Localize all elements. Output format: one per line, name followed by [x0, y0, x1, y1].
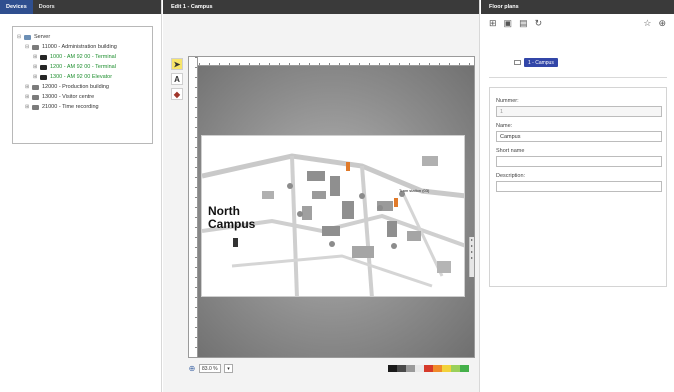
left-tabbar: Devices Doors: [0, 0, 161, 14]
color-swatch[interactable]: [397, 365, 406, 372]
tree-item-terminal-1000[interactable]: ⊞ 1000 - AM 92 00 - Terminal: [17, 52, 148, 62]
floor-plans-title: Floor plans: [481, 0, 674, 14]
color-palette: [388, 365, 469, 372]
tree-item-visitor-centre[interactable]: ⊞ 13000 - Visitor centre: [17, 92, 148, 102]
door-marker[interactable]: [346, 162, 350, 171]
terminal-icon: [40, 54, 47, 60]
zoom-controls: ⊕ 83.0 % ▾: [188, 364, 233, 373]
floorplan-item-campus[interactable]: 1 - Campus: [514, 58, 558, 67]
building-icon: [32, 84, 39, 90]
collapse-icon[interactable]: ⊟: [17, 34, 22, 40]
devices-pane: Devices Doors ⊟ Server ⊟ 11000 - Adminis…: [0, 0, 162, 392]
tree-item-label: 1200 - AM 92 00 - Terminal: [50, 64, 116, 70]
tree-item-elevator-1300[interactable]: ⊞ 1300 - AM 92 00 Elevator: [17, 72, 148, 82]
number-field: 1: [496, 106, 662, 117]
tree-item-label: 12000 - Production building: [42, 84, 109, 90]
color-swatch[interactable]: [460, 365, 469, 372]
expand-icon[interactable]: ⊞: [25, 104, 30, 110]
server-icon: [24, 34, 31, 40]
floor-plans-toolbar: ⊞ ▣ ▤ ↻ ☆ ⊕: [481, 14, 674, 32]
expand-icon[interactable]: ⊞: [33, 74, 38, 80]
building-icon: [32, 44, 39, 50]
zoom-icon[interactable]: ⊕: [188, 364, 196, 373]
tree-item-time-recording[interactable]: ⊞ 21000 - Time recording: [17, 102, 148, 112]
expand-icon[interactable]: ⊞: [25, 84, 30, 90]
expand-icon[interactable]: ⊞: [25, 94, 30, 100]
map-title-campus: Campus: [208, 217, 256, 231]
drawing-toolbar: ➤ A ◆: [171, 58, 183, 103]
pointer-icon[interactable]: ➤: [171, 58, 183, 70]
color-swatch[interactable]: [424, 365, 433, 372]
favorite-icon[interactable]: ☆: [643, 18, 651, 29]
tram-station-label: Tram station (03): [399, 188, 430, 193]
color-swatch[interactable]: [451, 365, 460, 372]
color-swatch[interactable]: [442, 365, 451, 372]
globe-icon[interactable]: ⊕: [658, 18, 666, 29]
collapse-handle-icon[interactable]: ▸ ▸ ▸ ▸: [469, 237, 474, 277]
tree-item-label: 11000 - Administration building: [42, 44, 117, 50]
floorplan-list: 1 - Campus: [489, 34, 667, 78]
save-icon[interactable]: ▣: [504, 18, 513, 29]
delete-icon[interactable]: ▤: [519, 18, 528, 29]
tree-item-terminal-1200[interactable]: ⊞ 1200 - AM 92 00 - Terminal: [17, 62, 148, 72]
color-swatch[interactable]: [415, 365, 424, 372]
marker-tool-icon[interactable]: ◆: [171, 88, 183, 100]
description-field[interactable]: [496, 181, 662, 192]
expand-icon[interactable]: ⊞: [33, 64, 38, 70]
tree-item-administration-building[interactable]: ⊟ 11000 - Administration building: [17, 42, 148, 52]
expand-icon[interactable]: ⊞: [33, 54, 38, 60]
collapse-icon[interactable]: ⊟: [25, 44, 30, 50]
floorplan-form: Nummer: 1 Name: Campus Short name Descri…: [489, 87, 667, 287]
campus-map-image[interactable]: North Campus Tram station (03): [201, 135, 465, 297]
short-name-label: Short name: [496, 148, 525, 154]
tree-item-label: 21000 - Time recording: [42, 104, 99, 110]
text-tool-glyph: A: [174, 74, 180, 84]
floorplan-chip: 1 - Campus: [524, 58, 558, 67]
tab-devices[interactable]: Devices: [0, 0, 33, 14]
floorplan-canvas[interactable]: North Campus Tram station (03) ▸ ▸ ▸ ▸: [188, 56, 475, 358]
marker-tool-glyph: ◆: [173, 89, 181, 99]
building-icon: [32, 104, 39, 110]
editor-pane: Edit 1 - Campus ➤ A ◆ North Campus Tram …: [163, 0, 480, 392]
color-swatch[interactable]: [388, 365, 397, 372]
color-swatch[interactable]: [433, 365, 442, 372]
horizontal-ruler: [189, 57, 474, 66]
text-tool-icon[interactable]: A: [171, 73, 183, 85]
tab-doors[interactable]: Doors: [33, 0, 61, 14]
terminal-icon: [40, 74, 47, 80]
app-window: Devices Doors ⊟ Server ⊟ 11000 - Adminis…: [0, 0, 674, 392]
pointer-glyph: ➤: [173, 59, 181, 69]
terminal-icon: [40, 64, 47, 70]
floorplan-icon: [514, 60, 521, 65]
zoom-dropdown-icon[interactable]: ▾: [224, 364, 233, 373]
map-title-north: North: [208, 204, 240, 218]
tree-item-label: Server: [34, 34, 51, 40]
tree-item-label: 1000 - AM 92 00 - Terminal: [50, 54, 116, 60]
refresh-icon[interactable]: ↻: [535, 18, 543, 29]
tree-item-server[interactable]: ⊟ Server: [17, 32, 148, 42]
name-label: Name:: [496, 123, 513, 129]
building-icon: [32, 94, 39, 100]
tree-item-production-building[interactable]: ⊞ 12000 - Production building: [17, 82, 148, 92]
tree-item-label: 13000 - Visitor centre: [42, 94, 95, 100]
number-label: Nummer:: [496, 98, 519, 104]
floor-plans-pane: Floor plans ⊞ ▣ ▤ ↻ ☆ ⊕ 1 - Campus Numme…: [481, 0, 674, 392]
new-floorplan-icon[interactable]: ⊞: [489, 18, 497, 29]
door-marker[interactable]: [394, 198, 398, 207]
editor-title: Edit 1 - Campus: [163, 0, 479, 14]
description-label: Description:: [496, 173, 526, 179]
tree-item-label: 1300 - AM 92 00 Elevator: [50, 74, 113, 80]
color-swatch[interactable]: [406, 365, 415, 372]
name-field[interactable]: Campus: [496, 131, 662, 142]
short-name-field[interactable]: [496, 156, 662, 167]
zoom-input[interactable]: 83.0 %: [199, 364, 221, 373]
device-tree: ⊟ Server ⊟ 11000 - Administration buildi…: [12, 26, 153, 144]
vertical-ruler: [189, 57, 198, 357]
